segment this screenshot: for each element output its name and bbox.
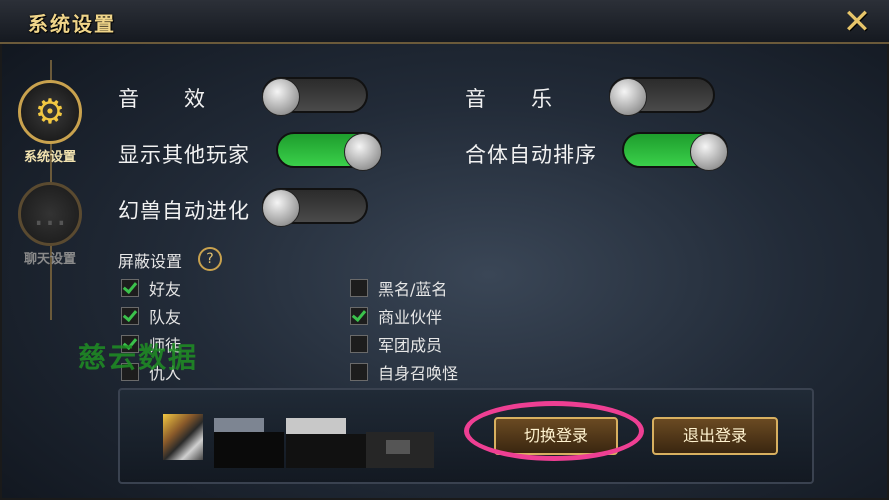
block-settings-header: 屏蔽设置 — [118, 252, 183, 271]
gear-icon: ⚙ — [18, 80, 82, 144]
checkbox-friends[interactable]: 好友 — [121, 276, 181, 300]
checkbox-label: 队友 — [149, 308, 182, 327]
checkbox-teammates[interactable]: 队友 — [121, 304, 181, 328]
checkbox[interactable] — [121, 279, 139, 297]
auto-sort-merge-label: 合体自动排序 — [465, 143, 597, 167]
logout-button[interactable]: 退出登录 — [652, 417, 778, 455]
checkbox-label: 军团成员 — [378, 336, 443, 355]
show-other-players-toggle[interactable] — [276, 132, 382, 171]
toggle-knob — [262, 189, 300, 227]
checkbox[interactable] — [350, 307, 368, 325]
tab-system-settings[interactable]: ⚙ 系统设置 — [10, 80, 90, 165]
checkbox[interactable] — [350, 363, 368, 381]
music-toggle[interactable] — [609, 77, 715, 116]
checkbox-label: 黑名/蓝名 — [378, 280, 448, 299]
close-icon[interactable]: ✕ — [838, 4, 876, 40]
tab-chat-settings[interactable]: … 聊天设置 — [10, 182, 90, 267]
toggle-knob — [344, 133, 382, 171]
toggle-knob — [690, 133, 728, 171]
checkbox-business-partners[interactable]: 商业伙伴 — [350, 304, 442, 328]
music-label: 音 乐 — [465, 87, 553, 111]
tab-label: 聊天设置 — [23, 252, 76, 267]
chat-bubble-icon: … — [18, 182, 82, 246]
show-other-players-label: 显示其他玩家 — [118, 143, 250, 167]
toggle-knob — [262, 78, 300, 116]
checkbox-own-summons[interactable]: 自身召唤怪 — [350, 360, 458, 384]
auto-sort-merge-toggle[interactable] — [622, 132, 728, 171]
window-title: 系统设置 — [28, 12, 116, 36]
sound-effects-toggle[interactable] — [262, 77, 368, 116]
checkbox-label: 好友 — [149, 280, 182, 299]
checkbox[interactable] — [350, 279, 368, 297]
checkbox[interactable] — [350, 335, 368, 353]
watermark: 慈云数据 — [78, 341, 199, 374]
checkbox-legion-members[interactable]: 军团成员 — [350, 332, 442, 356]
help-icon[interactable]: ? — [198, 247, 222, 271]
checkbox-label: 商业伙伴 — [378, 308, 443, 327]
player-avatar — [163, 414, 203, 460]
checkbox-black-blue-name[interactable]: 黑名/蓝名 — [350, 276, 447, 300]
toggle-knob — [609, 78, 647, 116]
auto-evolve-beast-label: 幻兽自动进化 — [118, 199, 250, 223]
checkbox-label: 自身召唤怪 — [378, 364, 459, 383]
highlight-ring — [464, 401, 644, 461]
checkbox[interactable] — [121, 307, 139, 325]
sound-effects-label: 音 效 — [118, 87, 206, 111]
tab-label: 系统设置 — [23, 150, 76, 165]
auto-evolve-beast-toggle[interactable] — [262, 188, 368, 227]
title-bar: 系统设置 ✕ — [0, 0, 889, 44]
